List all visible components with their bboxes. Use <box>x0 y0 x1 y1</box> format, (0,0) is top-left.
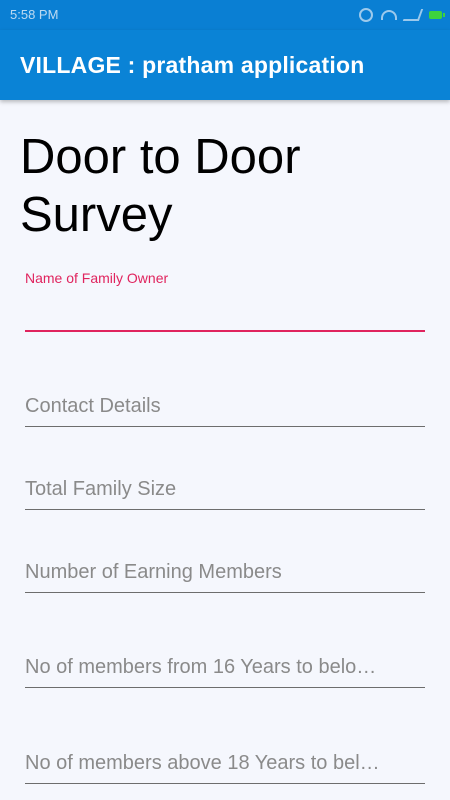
members-18-to-24-underline <box>25 783 425 784</box>
status-bar: 5:58 PM <box>0 0 450 30</box>
total-family-size-underline <box>25 509 425 510</box>
earning-members-underline <box>25 592 425 593</box>
earning-members-label: Number of Earning Members <box>25 561 282 583</box>
members-16-to-18-field[interactable]: No of members from 16 Years to belo… <box>25 656 425 688</box>
contact-details-label: Contact Details <box>25 395 161 417</box>
family-owner-name-label: Name of Family Owner <box>25 270 169 286</box>
total-family-size-label: Total Family Size <box>25 478 177 500</box>
app-bar: VILLAGE : pratham application <box>0 30 450 100</box>
signal-icon <box>402 9 424 21</box>
family-owner-name-underline <box>25 330 425 332</box>
members-16-to-18-label: No of members from 16 Years to belo… <box>25 656 377 678</box>
earning-members-field[interactable]: Number of Earning Members <box>25 561 425 593</box>
battery-icon <box>429 11 445 19</box>
app-title: VILLAGE : pratham application <box>20 52 365 78</box>
contact-details-field[interactable]: Contact Details <box>25 395 425 427</box>
alarm-icon <box>359 8 373 22</box>
wifi-icon <box>381 10 397 20</box>
members-18-to-24-field[interactable]: No of members above 18 Years to bel… <box>25 752 425 784</box>
page-title: Door to Door Survey <box>20 130 301 242</box>
total-family-size-field[interactable]: Total Family Size <box>25 478 425 510</box>
status-time: 5:58 PM <box>10 7 59 22</box>
members-16-to-18-underline <box>25 687 425 688</box>
members-18-to-24-label: No of members above 18 Years to bel… <box>25 752 380 774</box>
family-owner-name-field[interactable]: Name of Family Owner <box>25 270 425 332</box>
status-icons <box>359 8 445 22</box>
contact-details-underline <box>25 426 425 427</box>
